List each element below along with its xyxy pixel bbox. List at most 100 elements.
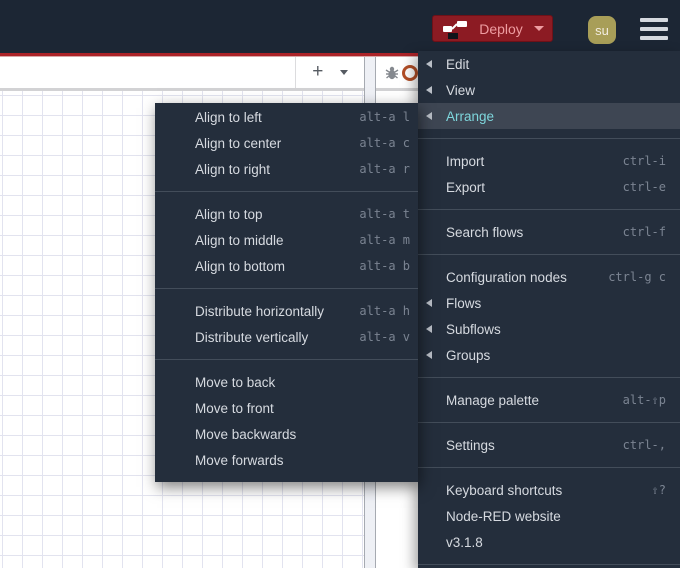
menu-item-shortcut: alt-a h	[359, 304, 410, 318]
menu-section: Configuration nodes ctrl-g c Flows Subflows…	[418, 255, 680, 378]
user-avatar[interactable]: su	[588, 16, 616, 44]
menu-item-node-red-website[interactable]: Node-RED website	[418, 503, 680, 529]
menu-item-label: Distribute vertically	[195, 329, 309, 345]
tabbar-actions: +	[295, 57, 364, 88]
deploy-options-chevron-icon[interactable]	[534, 26, 544, 31]
menu-item-shortcut: alt-a r	[359, 162, 410, 176]
menu-item-shortcut: alt-a c	[359, 136, 410, 150]
deploy-icon	[443, 20, 467, 39]
menu-item-align-to-middle[interactable]: Align to middle alt-a m	[155, 227, 418, 253]
submenu-left-arrow-icon	[426, 351, 432, 359]
menu-item-label: Keyboard shortcuts	[446, 482, 563, 498]
menu-item-label: Move to front	[195, 400, 274, 416]
menu-item-align-to-center[interactable]: Align to center alt-a c	[155, 130, 418, 156]
menu-item-groups[interactable]: Groups	[418, 342, 680, 368]
menu-item-label: View	[446, 82, 476, 98]
submenu-left-arrow-icon	[426, 86, 432, 94]
submenu-left-arrow-icon	[426, 325, 432, 333]
menu-item-edit[interactable]: Edit	[418, 51, 680, 77]
menu-section: Import ctrl-i Export ctrl-e	[418, 139, 680, 210]
menu-item-label: Search flows	[446, 224, 524, 240]
menu-item-align-to-bottom[interactable]: Align to bottom alt-a b	[155, 253, 418, 279]
deploy-button-label: Deploy	[479, 20, 523, 37]
menu-section: Edit View Arrange	[418, 51, 680, 139]
menu-item-shortcut: ctrl-f	[622, 225, 666, 239]
menu-item-shortcut: alt-a l	[359, 110, 410, 124]
menu-item-label: Export	[446, 179, 486, 195]
menu-item-label: Edit	[446, 56, 470, 72]
add-flow-button[interactable]: +	[312, 62, 323, 81]
menu-section: Move to back Move to front Move backwards M…	[155, 360, 418, 482]
flow-list-chevron-icon[interactable]	[339, 70, 348, 75]
main-menu-button[interactable]	[640, 18, 668, 40]
menu-item-label: Distribute horizontally	[195, 303, 325, 319]
menu-item-label: Subflows	[446, 321, 501, 337]
menu-item-move-forwards[interactable]: Move forwards	[155, 447, 418, 473]
workspace-tabbar: +	[0, 57, 364, 91]
menu-section: Settings ctrl-,	[418, 423, 680, 468]
menu-item-label: Configuration nodes	[446, 269, 567, 285]
menu-item-shortcut: alt-a m	[359, 233, 410, 247]
menu-item-label: Groups	[446, 347, 491, 363]
hamburger-bar	[640, 27, 668, 31]
menu-item-view[interactable]: View	[418, 77, 680, 103]
submenu-left-arrow-icon	[426, 112, 432, 120]
menu-item-move-backwards[interactable]: Move backwards	[155, 421, 418, 447]
debug-tab-icon[interactable]	[384, 65, 400, 81]
menu-item-shortcut: ctrl-g c	[608, 270, 666, 284]
menu-section: Search flows ctrl-f	[418, 210, 680, 255]
menu-item-configuration-nodes[interactable]: Configuration nodes ctrl-g c	[418, 264, 680, 290]
menu-item-label: Manage palette	[446, 392, 540, 408]
submenu-left-arrow-icon	[426, 299, 432, 307]
menu-section: Keyboard shortcuts ⇧? Node-RED website v3.1…	[418, 468, 680, 565]
sidebar-notification-badge-icon	[402, 65, 418, 81]
menu-item-distribute-horizontally[interactable]: Distribute horizontally alt-a h	[155, 298, 418, 324]
deploy-button[interactable]: Deploy	[432, 15, 553, 42]
hamburger-bar	[640, 36, 668, 40]
menu-item-manage-palette[interactable]: Manage palette alt-⇧p	[418, 387, 680, 413]
menu-item-label: Settings	[446, 437, 495, 453]
menu-item-import[interactable]: Import ctrl-i	[418, 148, 680, 174]
menu-item-shortcut: ⇧?	[651, 483, 666, 497]
menu-item-distribute-vertically[interactable]: Distribute vertically alt-a v	[155, 324, 418, 350]
hamburger-bar	[640, 18, 668, 22]
menu-item-label: Flows	[446, 295, 482, 311]
menu-item-settings[interactable]: Settings ctrl-,	[418, 432, 680, 458]
arrange-submenu: Align to left alt-a l Align to center alt-a…	[155, 103, 418, 482]
menu-section: Manage palette alt-⇧p	[418, 378, 680, 423]
app-header: Deploy su	[0, 0, 680, 53]
menu-item-label: Node-RED website	[446, 508, 561, 524]
menu-section: Align to left alt-a l Align to center alt-a…	[155, 103, 418, 192]
menu-item-shortcut: ctrl-e	[622, 180, 666, 194]
menu-item-v3-1-8[interactable]: v3.1.8	[418, 529, 680, 555]
menu-item-label: Move forwards	[195, 452, 284, 468]
menu-item-label: Import	[446, 153, 485, 169]
menu-item-move-to-front[interactable]: Move to front	[155, 395, 418, 421]
menu-item-label: Align to center	[195, 135, 282, 151]
menu-item-shortcut: alt-⇧p	[622, 393, 666, 407]
menu-item-label: Move backwards	[195, 426, 297, 442]
menu-item-label: Align to left	[195, 109, 262, 125]
menu-item-subflows[interactable]: Subflows	[418, 316, 680, 342]
menu-item-search-flows[interactable]: Search flows ctrl-f	[418, 219, 680, 245]
menu-item-move-to-back[interactable]: Move to back	[155, 369, 418, 395]
menu-item-label: Align to right	[195, 161, 271, 177]
menu-item-shortcut: alt-a t	[359, 207, 410, 221]
menu-item-shortcut: ctrl-,	[622, 438, 666, 452]
menu-item-align-to-left[interactable]: Align to left alt-a l	[155, 104, 418, 130]
menu-item-align-to-right[interactable]: Align to right alt-a r	[155, 156, 418, 182]
node-red-app: + Deploy su Edit View Arrange Import ctr…	[0, 0, 680, 568]
menu-item-label: Move to back	[195, 374, 276, 390]
menu-item-flows[interactable]: Flows	[418, 290, 680, 316]
menu-section: Align to top alt-a t Align to middle alt-a …	[155, 192, 418, 289]
submenu-left-arrow-icon	[426, 60, 432, 68]
menu-item-shortcut: alt-a v	[359, 330, 410, 344]
menu-item-label: Align to middle	[195, 232, 284, 248]
menu-item-arrange[interactable]: Arrange	[418, 103, 680, 129]
menu-item-keyboard-shortcuts[interactable]: Keyboard shortcuts ⇧?	[418, 477, 680, 503]
menu-item-align-to-top[interactable]: Align to top alt-a t	[155, 201, 418, 227]
menu-item-label: v3.1.8	[446, 534, 483, 550]
menu-section: Distribute horizontally alt-a h Distribute…	[155, 289, 418, 360]
menu-item-label: Align to top	[195, 206, 263, 222]
menu-item-export[interactable]: Export ctrl-e	[418, 174, 680, 200]
